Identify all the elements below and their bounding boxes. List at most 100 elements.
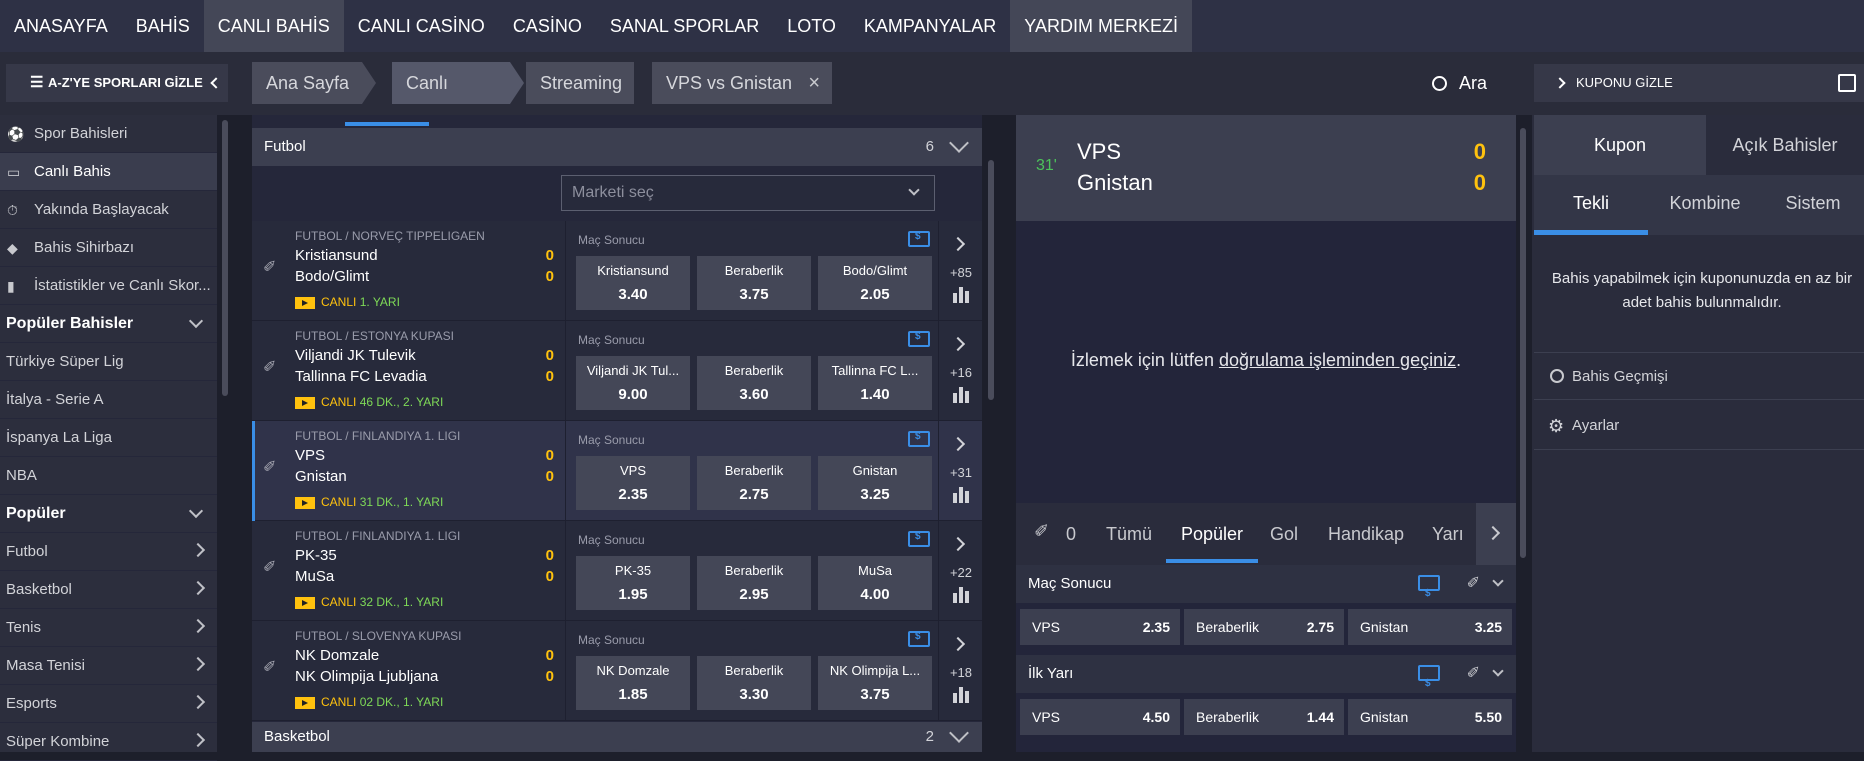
popular-bets-header[interactable]: Popüler Bahisler <box>0 305 217 343</box>
statistics-icon[interactable] <box>953 287 971 303</box>
pin-icon[interactable]: ✐ <box>263 257 276 277</box>
pin-icon[interactable]: ✐ <box>263 557 276 577</box>
nav-casino[interactable]: CASİNO <box>499 0 596 52</box>
odd-button-home[interactable]: Viljandi JK Tul... 9.00 <box>576 356 690 410</box>
nav-loto[interactable]: LOTO <box>773 0 850 52</box>
pin-icon[interactable]: ✐ <box>1467 655 1480 693</box>
nav-canli-casino[interactable]: CANLI CASİNO <box>344 0 499 52</box>
panel-scrollbar[interactable] <box>1520 128 1526 558</box>
market-header[interactable]: İlk Yarı✐ <box>1016 655 1516 703</box>
match-info[interactable]: ✐ FUTBOL / FINLANDIYA 1. LIGI VPS Gnistan 0 0… <box>252 421 564 521</box>
hide-coupon-button[interactable]: KUPONU GİZLE <box>1534 64 1864 102</box>
bet-slip-icon[interactable] <box>908 331 930 347</box>
sidebar-item-nba[interactable]: NBA <box>0 457 217 495</box>
nav-yardim-merkezi[interactable]: YARDIM MERKEZİ <box>1010 0 1192 52</box>
sidebar-item-super-kombine[interactable]: Süper Kombine <box>0 723 217 761</box>
pin-icon[interactable]: ✐ <box>263 457 276 477</box>
nav-anasayfa[interactable]: ANASAYFA <box>0 0 122 52</box>
bet-slip-icon[interactable] <box>1418 665 1440 703</box>
odd-button-draw[interactable]: Beraberlik 3.60 <box>697 356 811 410</box>
match-info[interactable]: ✐ FUTBOL / NORVEÇ TIPPELIGAEN Kristiansund… <box>252 221 564 321</box>
odd-button-home[interactable]: VPS 4.50 <box>1020 699 1180 735</box>
subtab-sistem[interactable]: Sistem <box>1762 193 1864 214</box>
more-markets[interactable]: +16 <box>938 321 982 421</box>
sidebar-item-spor-bahisleri[interactable]: ⚽ Spor Bahisleri <box>0 115 217 153</box>
odd-button-draw[interactable]: Beraberlik 2.75 <box>1184 609 1344 645</box>
market-header[interactable]: Maç Sonucu✐ <box>1016 565 1516 613</box>
breadcrumb-canli[interactable]: Canlı <box>392 62 510 104</box>
odd-button-away[interactable]: Gnistan 5.50 <box>1348 699 1512 735</box>
sidebar-item-masa-tenisi[interactable]: Masa Tenisi <box>0 647 217 685</box>
match-row[interactable]: ✐ FUTBOL / NORVEÇ TIPPELIGAEN Kristiansund… <box>252 221 982 321</box>
match-row[interactable]: ✐ FUTBOL / FINLANDIYA 1. LIGI VPS Gnistan 0 0… <box>252 421 982 521</box>
sidebar-item-tenis[interactable]: Tenis <box>0 609 217 647</box>
more-markets[interactable]: +31 <box>938 421 982 521</box>
subtab-kombine[interactable]: Kombine <box>1648 193 1762 214</box>
odd-button-away[interactable]: MuSa 4.00 <box>818 556 932 610</box>
odd-button-away[interactable]: Gnistan 3.25 <box>1348 609 1512 645</box>
sidebar-item-super-lig[interactable]: Türkiye Süper Lig <box>0 343 217 381</box>
tab-kupon[interactable]: Kupon <box>1534 115 1706 175</box>
odd-button-home[interactable]: VPS 2.35 <box>1020 609 1180 645</box>
bet-slip-icon[interactable] <box>1418 575 1440 613</box>
tab-gol[interactable]: Gol <box>1270 524 1298 545</box>
match-info[interactable]: ✐ FUTBOL / SLOVENYA KUPASI NK Domzale NK Ol… <box>252 621 564 721</box>
market-select[interactable]: Marketi seç <box>561 175 935 211</box>
search-button[interactable]: Ara <box>1432 62 1487 104</box>
breadcrumb-streaming[interactable]: Streaming <box>526 62 634 104</box>
sidebar-item-futbol[interactable]: Futbol <box>0 533 217 571</box>
bet-slip-icon[interactable] <box>908 531 930 547</box>
list-scrollbar[interactable] <box>988 160 994 400</box>
bet-history-button[interactable]: Bahis Geçmişi <box>1534 352 1864 400</box>
odd-button-home[interactable]: VPS 2.35 <box>576 456 690 510</box>
nav-canli-bahis[interactable]: CANLI BAHİS <box>203 0 344 52</box>
match-info[interactable]: ✐ FUTBOL / FINLANDIYA 1. LIGI PK-35 MuSa 0 0 C… <box>252 521 564 621</box>
odd-button-home[interactable]: PK-35 1.95 <box>576 556 690 610</box>
subtab-tekli[interactable]: Tekli <box>1534 193 1648 214</box>
sidebar-scrollbar[interactable] <box>222 120 228 396</box>
odd-button-draw[interactable]: Beraberlik 3.75 <box>697 256 811 310</box>
breadcrumb-ana-sayfa[interactable]: Ana Sayfa <box>252 62 362 104</box>
pin-icon[interactable]: ✐ <box>263 357 276 377</box>
nav-bahis[interactable]: BAHİS <box>122 0 204 52</box>
tab-tumu[interactable]: Tümü <box>1106 524 1152 545</box>
sidebar-item-serie-a[interactable]: İtalya - Serie A <box>0 381 217 419</box>
sidebar-item-la-liga[interactable]: İspanya La Liga <box>0 419 217 457</box>
close-icon[interactable]: × <box>808 62 820 104</box>
statistics-icon[interactable] <box>953 587 971 603</box>
statistics-icon[interactable] <box>953 387 971 403</box>
odd-button-away[interactable]: Gnistan 3.25 <box>818 456 932 510</box>
odd-button-draw[interactable]: Beraberlik 2.75 <box>697 456 811 510</box>
bet-slip-icon[interactable] <box>908 431 930 447</box>
tab-populer[interactable]: Popüler <box>1181 524 1243 545</box>
odd-button-away[interactable]: Bodo/Glimt 2.05 <box>818 256 932 310</box>
settings-button[interactable]: ⚙ Ayarlar <box>1534 402 1864 450</box>
section-header-basketbol[interactable]: Basketbol 2 <box>252 722 982 752</box>
odd-button-away[interactable]: Tallinna FC L... 1.40 <box>818 356 932 410</box>
hide-sports-button[interactable]: ☰ A-Z'YE SPORLARI GİZLE <box>6 64 228 102</box>
tab-handikap[interactable]: Handikap <box>1328 524 1404 545</box>
section-header-futbol[interactable]: Futbol 6 <box>252 128 982 166</box>
match-row[interactable]: ✐ FUTBOL / FINLANDIYA 1. LIGI PK-35 MuSa 0 0 C… <box>252 521 982 621</box>
popular-header[interactable]: Popüler <box>0 495 217 533</box>
sidebar-item-yakinda[interactable]: ⏱ Yakında Başlayacak <box>0 191 217 229</box>
odd-button-draw[interactable]: Beraberlik 1.44 <box>1184 699 1344 735</box>
match-row[interactable]: ✐ FUTBOL / SLOVENYA KUPASI NK Domzale NK Ol… <box>252 621 982 721</box>
pin-icon[interactable]: ✐ <box>263 657 276 677</box>
statistics-icon[interactable] <box>953 487 971 503</box>
bet-slip-icon[interactable] <box>908 231 930 247</box>
sidebar-item-istatistikler[interactable]: ▮ İstatistikler ve Canlı Skor... <box>0 267 217 305</box>
pin-icon[interactable]: ✐ <box>1034 521 1049 542</box>
odd-button-home[interactable]: Kristiansund 3.40 <box>576 256 690 310</box>
tab-acik-bahisler[interactable]: Açık Bahisler <box>1706 115 1864 175</box>
verify-link[interactable]: doğrulama işleminden geçiniz <box>1219 350 1456 370</box>
active-event-tab[interactable]: VPS vs Gnistan × <box>652 62 832 104</box>
match-row[interactable]: ✐ FUTBOL / ESTONYA KUPASI Viljandi JK Tule… <box>252 321 982 421</box>
statistics-icon[interactable] <box>953 687 971 703</box>
match-info[interactable]: ✐ FUTBOL / ESTONYA KUPASI Viljandi JK Tule… <box>252 321 564 421</box>
sidebar-item-canli-bahis[interactable]: ▭ Canlı Bahis <box>0 153 217 191</box>
more-markets[interactable]: +22 <box>938 521 982 621</box>
nav-sanal-sporlar[interactable]: SANAL SPORLAR <box>596 0 773 52</box>
odd-button-draw[interactable]: Beraberlik 2.95 <box>697 556 811 610</box>
sidebar-item-basketbol[interactable]: Basketbol <box>0 571 217 609</box>
